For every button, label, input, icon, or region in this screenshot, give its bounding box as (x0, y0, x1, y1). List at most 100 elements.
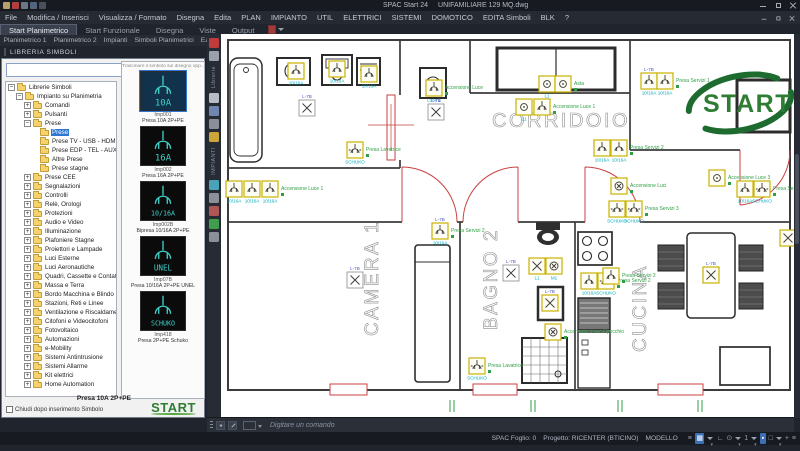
minimize-icon[interactable] (759, 1, 767, 9)
symbol-preview[interactable]: SCHUKO (140, 291, 186, 331)
tree-item[interactable]: +Audio e Video (6, 218, 116, 227)
expand-icon[interactable]: + (24, 210, 31, 217)
leaf-icon[interactable] (209, 219, 219, 229)
plan-symbol[interactable]: 10/16A (244, 181, 260, 204)
close-icon[interactable] (789, 1, 797, 9)
expand-icon[interactable]: + (24, 354, 31, 361)
expand-icon[interactable]: + (24, 345, 31, 352)
plan-symbol[interactable]: 10/16A (329, 61, 345, 84)
menu-item-6[interactable]: IMPIANTO (266, 13, 312, 22)
grid-icon[interactable] (209, 51, 219, 61)
tree-item[interactable]: Prese EDP - TEL - AUX (6, 146, 116, 155)
floor-plan-canvas[interactable]: START CORRIDOIOCAMERA 1BAGNO 2CUCINA 10/… (221, 34, 794, 418)
expand-icon[interactable]: + (24, 219, 31, 226)
tree-item[interactable]: +Plafoniere Stagne (6, 236, 116, 245)
app-icon[interactable] (3, 2, 10, 9)
plan-symbol[interactable]: L-7B (703, 261, 719, 283)
caret-down-icon[interactable]: ▾ (776, 437, 782, 440)
expand-icon[interactable]: + (24, 300, 31, 307)
panel-grip-icon[interactable] (4, 48, 6, 56)
expand-icon[interactable]: + (24, 282, 31, 289)
tree-item[interactable]: +Controlli (6, 191, 116, 200)
ribbon-tab-3[interactable]: Viste (191, 25, 224, 35)
expand-icon[interactable]: + (24, 228, 31, 235)
isodraft-icon[interactable]: ⊙ (726, 433, 732, 444)
menu-item-4[interactable]: Edita (209, 13, 236, 22)
expand-icon[interactable]: + (24, 255, 31, 262)
open-file-icon[interactable] (21, 2, 28, 9)
scrollbar-thumb[interactable] (795, 154, 799, 244)
ribbon-tab-2[interactable]: Disegna (148, 25, 192, 35)
expand-icon[interactable]: + (24, 111, 31, 118)
plan-symbol[interactable]: L-7B (299, 94, 315, 116)
tree-item[interactable]: +Stazioni, Reti e Linee (6, 299, 116, 308)
symbol-card[interactable]: SCHUKOImp418Presa 2P+PE Schuko (122, 291, 204, 344)
expand-icon[interactable]: + (24, 174, 31, 181)
ortho-icon[interactable]: ∟ (716, 433, 723, 444)
undo-icon[interactable] (39, 2, 46, 9)
command-history-icon[interactable] (243, 421, 256, 430)
plan-symbol[interactable]: Accensione Luci (611, 178, 666, 194)
table-icon[interactable] (209, 106, 219, 116)
plan-symbol[interactable]: L-7B10/16A (641, 67, 657, 96)
measure-icon[interactable] (209, 132, 219, 142)
save-icon[interactable] (30, 2, 37, 9)
tree-item[interactable]: +Ventilazione e Riscaldamento (6, 308, 116, 317)
menu-item-10[interactable]: DOMOTICO (427, 13, 478, 22)
tree-item[interactable]: +Automazioni (6, 335, 116, 344)
annotation-visibility-icon[interactable]: □ (769, 433, 773, 444)
tree-item[interactable]: +Massa e Terra (6, 281, 116, 290)
tree-item[interactable]: +Segnalazioni (6, 182, 116, 191)
plan-symbol[interactable] (780, 230, 794, 246)
command-prompt[interactable]: Digitare un comando (270, 422, 335, 429)
tree-item[interactable]: Prese stagne (6, 164, 116, 173)
tree-item[interactable]: −Prese (6, 119, 116, 128)
menu-item-13[interactable]: ? (560, 13, 574, 22)
tree-item[interactable]: Prese (6, 128, 116, 137)
drag-handle-icon[interactable] (210, 421, 213, 430)
annotation-scale-icon[interactable]: 1 (744, 433, 748, 444)
symbol-card[interactable]: 10/16AImp002BBipresa 10/16A 2P+PE (122, 181, 204, 234)
tree-item[interactable]: +e-Mobility (6, 344, 116, 353)
plan-symbol[interactable]: SCHUKOPresa Servizi 1 (752, 181, 794, 204)
expand-icon[interactable]: + (24, 381, 31, 388)
expand-icon[interactable]: + (24, 318, 31, 325)
expand-icon[interactable]: + (24, 192, 31, 199)
doc-restore-icon[interactable] (775, 14, 781, 20)
menu-item-9[interactable]: SISTEMI (387, 13, 427, 22)
menu-item-2[interactable]: Visualizza / Formato (94, 13, 172, 22)
plan-symbol[interactable]: 10/16A (594, 140, 610, 163)
tree-item[interactable]: +Illuminazione (6, 227, 116, 236)
tree-item[interactable]: +Citofoni e Videocitofoni (6, 317, 116, 326)
plan-symbol[interactable]: 10/16A (288, 63, 304, 86)
symbol-card[interactable]: UNELImp07BPresa 10/16A 2P+PE UNEL (122, 236, 204, 289)
plan-symbol[interactable]: 10/16APresa Servizi 2 (611, 140, 664, 163)
plan-symbol[interactable]: L1 (529, 258, 545, 281)
caret-down-icon[interactable]: ▾ (735, 437, 741, 440)
caret-down-icon[interactable]: ▾ (707, 437, 713, 440)
plan-symbol[interactable]: 10/16A (226, 181, 242, 204)
tree-item[interactable]: +Home Automation (6, 380, 116, 389)
tree-item[interactable]: Prese TV - USB - HDMI (6, 137, 116, 146)
plan-symbol[interactable]: L-7B (542, 289, 558, 311)
tree-item[interactable]: +Comandi (6, 101, 116, 110)
expand-icon[interactable]: + (24, 264, 31, 271)
pin-icon[interactable] (209, 232, 219, 242)
tree-item[interactable]: +Fotovoltaico (6, 326, 116, 335)
expand-icon[interactable]: + (24, 363, 31, 370)
sub-tab-2[interactable]: Impianti (100, 37, 131, 44)
tree-item[interactable]: +Bordo Macchina e Blindo (6, 290, 116, 299)
link-icon[interactable] (209, 193, 219, 203)
plan-symbol[interactable]: L-7B (428, 98, 444, 120)
layers-icon[interactable] (209, 38, 219, 48)
doc-minimize-icon[interactable] (761, 14, 767, 20)
menu-item-0[interactable]: File (0, 13, 22, 22)
tree-item[interactable]: +Kit elettrici (6, 371, 116, 380)
tree-item[interactable]: +Sistemi Allarme (6, 362, 116, 371)
sub-tab-1[interactable]: Planimetrico 2 (50, 37, 100, 44)
tree-item[interactable]: +Proiettori e Lampade (6, 245, 116, 254)
plan-symbol[interactable]: SCHUKOPresa Lavatrice (467, 358, 523, 381)
blocks-icon[interactable] (209, 93, 219, 103)
canvas-scrollbar[interactable] (794, 34, 800, 418)
customization-icon[interactable]: ≡ (792, 433, 796, 444)
